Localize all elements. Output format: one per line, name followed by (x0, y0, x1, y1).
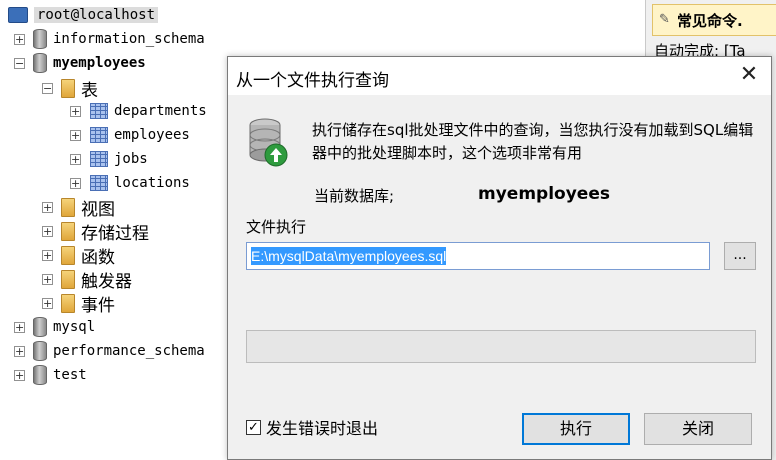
folder-icon (61, 78, 75, 98)
folder-label: 函数 (81, 247, 115, 268)
tree-node-myemployees[interactable]: − myemployees (14, 52, 146, 74)
tree-node-triggers-folder[interactable]: + 触发器 (42, 268, 132, 292)
folder-label: 存储过程 (81, 223, 149, 244)
close-button[interactable]: 关闭 (644, 413, 752, 445)
exit-on-error-option[interactable]: ✓ 发生错误时退出 (246, 415, 378, 439)
close-icon[interactable]: ✕ (737, 63, 761, 87)
root-label: root@localhost (34, 7, 159, 23)
tree-node-table[interactable]: + locations (70, 172, 190, 194)
table-icon (90, 127, 108, 143)
server-icon (8, 7, 28, 23)
tree-node-table[interactable]: + departments (70, 100, 207, 122)
expand-icon[interactable]: + (70, 105, 81, 117)
table-label: locations (114, 175, 190, 191)
folder-icon (61, 245, 75, 265)
table-label: jobs (114, 151, 148, 167)
table-icon (90, 175, 108, 191)
expand-icon[interactable]: + (14, 321, 25, 333)
expand-icon[interactable]: + (70, 153, 81, 165)
folder-label: 表 (81, 80, 98, 101)
exit-on-error-label: 发生错误时退出 (266, 419, 379, 438)
table-label: employees (114, 127, 190, 143)
expand-icon[interactable]: + (42, 273, 53, 285)
execute-button[interactable]: 执行 (522, 413, 630, 445)
progress-bar (246, 330, 756, 363)
file-exec-label: 文件执行 (246, 218, 307, 236)
folder-label: 事件 (81, 295, 115, 316)
file-path-input[interactable]: E:\mysqlData\myemployees.sql (246, 242, 710, 270)
current-db-label: 当前数据库; (314, 187, 395, 205)
expand-icon[interactable]: + (42, 201, 53, 213)
tree-node-views-folder[interactable]: + 视图 (42, 196, 115, 220)
folder-label: 触发器 (81, 271, 132, 292)
current-db-value: myemployees (478, 184, 610, 204)
browse-button[interactable]: ... (724, 242, 756, 270)
folder-icon (61, 269, 75, 289)
common-commands-header[interactable]: ✎ 常见命令. (652, 4, 776, 36)
file-path-text: E:\mysqlData\myemployees.sql (251, 247, 447, 265)
expand-icon[interactable]: + (70, 129, 81, 141)
tree-node-events-folder[interactable]: + 事件 (42, 292, 115, 316)
dialog-description: 执行储存在sql批处理文件中的查询，当您执行没有加载到SQL编辑器中的批处理脚本… (312, 121, 754, 162)
db-label: myemployees (53, 55, 146, 71)
tree-node-procedures-folder[interactable]: + 存储过程 (42, 220, 149, 244)
collapse-icon[interactable]: − (42, 82, 53, 94)
expand-icon[interactable]: + (14, 369, 25, 381)
folder-label: 视图 (81, 199, 115, 220)
dialog-title: 从一个文件执行查询 (236, 71, 389, 91)
table-icon (90, 103, 108, 119)
tree-node-test[interactable]: + test (14, 364, 87, 386)
folder-icon (61, 221, 75, 241)
tree-node-functions-folder[interactable]: + 函数 (42, 244, 115, 268)
expand-icon[interactable]: + (14, 345, 25, 357)
db-label: performance_schema (53, 343, 205, 359)
tree-node-tables-folder[interactable]: − 表 (42, 77, 98, 101)
database-icon (33, 29, 47, 49)
tree-root-node[interactable]: root@localhost (4, 4, 159, 26)
database-icon (33, 317, 47, 337)
expand-icon[interactable]: + (14, 33, 25, 45)
expand-icon[interactable]: + (70, 177, 81, 189)
side-heading: 常见命令. (677, 11, 743, 30)
dialog-titlebar[interactable]: 从一个文件执行查询 ✕ (228, 57, 771, 95)
database-icon (33, 365, 47, 385)
expand-icon[interactable]: + (42, 225, 53, 237)
tree-node-mysql[interactable]: + mysql (14, 316, 95, 338)
db-label: test (53, 367, 87, 383)
command-icon: ✎ (659, 12, 670, 27)
expand-icon[interactable]: + (42, 249, 53, 261)
folder-icon (61, 197, 75, 217)
exit-on-error-checkbox[interactable]: ✓ (246, 419, 261, 435)
tree-node-table[interactable]: + employees (70, 124, 190, 146)
tree-node-performance-schema[interactable]: + performance_schema (14, 340, 205, 362)
folder-icon (61, 293, 75, 313)
tree-node-information-schema[interactable]: + information_schema (14, 28, 205, 50)
table-icon (90, 151, 108, 167)
expand-icon[interactable]: + (42, 297, 53, 309)
database-run-icon (249, 118, 288, 167)
collapse-icon[interactable]: − (14, 57, 25, 69)
execute-file-dialog: 从一个文件执行查询 ✕ 执行储存在sql批处理文件中的查询，当您执行没有加载到S… (227, 56, 772, 460)
table-label: departments (114, 103, 207, 119)
tree-node-table[interactable]: + jobs (70, 148, 148, 170)
db-label: information_schema (53, 31, 205, 47)
db-label: mysql (53, 319, 96, 335)
database-icon (33, 341, 47, 361)
database-icon (33, 53, 47, 73)
